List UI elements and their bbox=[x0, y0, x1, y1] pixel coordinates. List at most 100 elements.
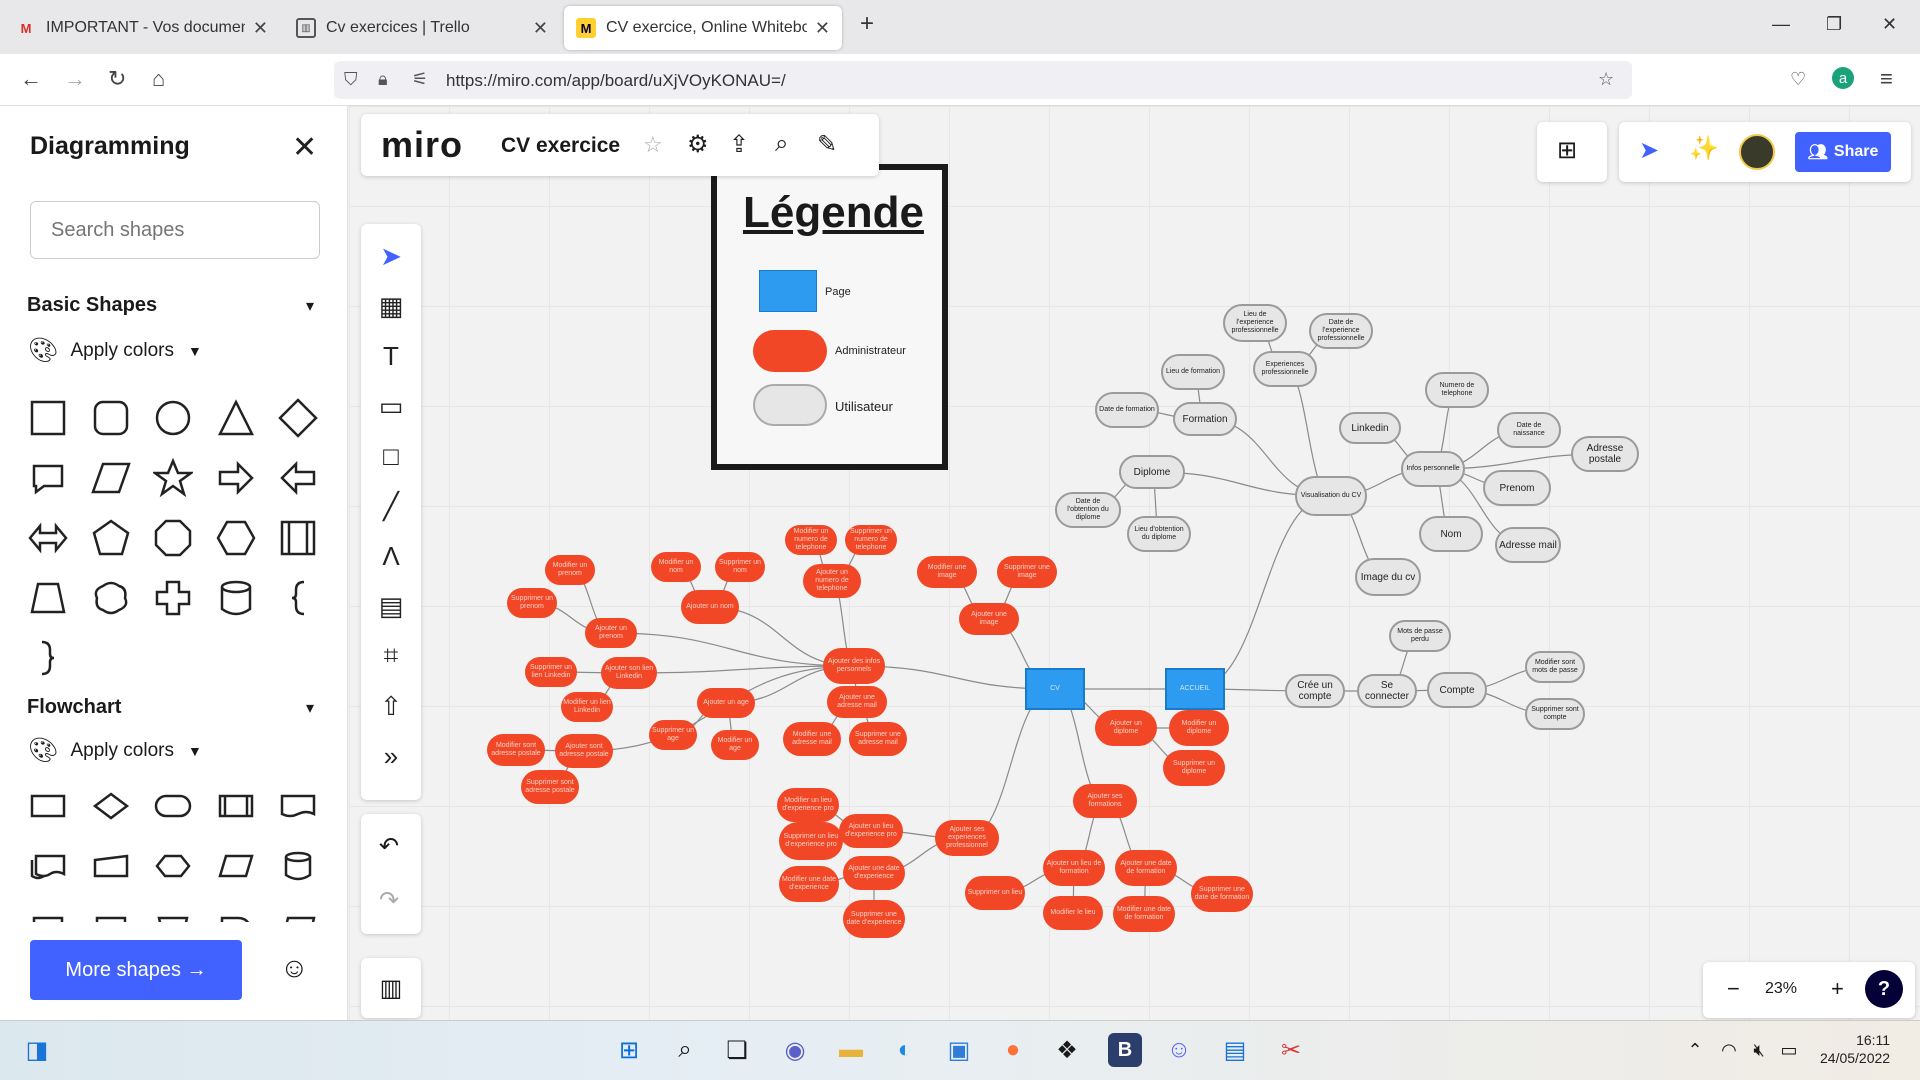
admin-node[interactable]: Modifier un lien Linkedin bbox=[561, 692, 613, 722]
user-node[interactable]: Experiences professionnelle bbox=[1253, 351, 1317, 387]
admin-node[interactable]: Ajouter une date d'experience bbox=[843, 856, 905, 890]
avatar[interactable] bbox=[1739, 134, 1775, 170]
sticky-note-icon[interactable]: ▭ bbox=[373, 388, 409, 424]
magic-wand-icon[interactable]: ✎ bbox=[817, 130, 837, 159]
close-icon[interactable]: ✕ bbox=[253, 18, 268, 39]
settings-gear-icon[interactable]: ⚙ bbox=[687, 130, 709, 159]
shape-trapezoid-icon[interactable] bbox=[26, 576, 70, 620]
user-node[interactable]: Adresse mail bbox=[1495, 527, 1561, 563]
tab-trello[interactable]: ▥ Cv exercices | Trello ✕ bbox=[284, 6, 560, 50]
admin-node[interactable]: Modifier un age bbox=[711, 730, 759, 760]
user-node[interactable]: Lieu de l'experience professionnelle bbox=[1223, 304, 1287, 342]
file-explorer-icon[interactable]: ▬ bbox=[834, 1033, 868, 1067]
shape-brace-left-icon[interactable] bbox=[276, 576, 320, 620]
chat-icon[interactable]: ◉ bbox=[778, 1033, 812, 1067]
share-button[interactable]: 👥︎ Share bbox=[1795, 132, 1891, 172]
admin-node[interactable]: Supprimer un diplome bbox=[1163, 750, 1225, 786]
shape-rectangle-icon[interactable] bbox=[26, 396, 70, 440]
user-node[interactable]: Se connecter bbox=[1357, 674, 1417, 708]
user-node[interactable]: Mots de passe perdu bbox=[1389, 620, 1451, 652]
shape-double-arrow-icon[interactable] bbox=[26, 516, 70, 560]
admin-node[interactable]: Ajouter un diplome bbox=[1095, 710, 1157, 746]
bitwarden-icon[interactable]: B bbox=[1108, 1033, 1142, 1067]
comment-icon[interactable]: ▤ bbox=[373, 588, 409, 624]
legend-frame[interactable]: Légende Page Administrateur Utilisateur bbox=[711, 164, 948, 470]
shape-octagon-icon[interactable] bbox=[151, 516, 195, 560]
admin-node[interactable]: Ajouter une adresse mail bbox=[827, 686, 887, 718]
flowchart-preparation-icon[interactable] bbox=[151, 844, 195, 888]
flowchart-multi-document-icon[interactable] bbox=[26, 844, 70, 888]
admin-node[interactable]: Ajouter une image bbox=[959, 603, 1019, 635]
admin-node[interactable]: Supprimer une date d'experience bbox=[843, 900, 905, 938]
admin-node[interactable]: Modifier une image bbox=[917, 556, 977, 588]
apps-icon[interactable]: ⊞ bbox=[1557, 136, 1577, 165]
widgets-icon[interactable]: ◨ bbox=[20, 1033, 54, 1067]
user-node[interactable]: Lieu de formation bbox=[1161, 354, 1225, 390]
admin-node[interactable]: Modifier une adresse mail bbox=[783, 722, 841, 756]
user-node[interactable]: Lieu d'obtention du diplome bbox=[1127, 516, 1191, 552]
admin-node[interactable]: Ajouter un lieu d'experience pro bbox=[839, 814, 903, 848]
admin-node[interactable]: Modifier un lieu d'experience pro bbox=[777, 788, 839, 822]
task-view-icon[interactable]: ❏ bbox=[720, 1033, 754, 1067]
flowchart-card-icon[interactable] bbox=[26, 904, 70, 922]
user-node[interactable]: Numero de telephone bbox=[1425, 372, 1489, 408]
shape-speech-bubble-icon[interactable] bbox=[26, 456, 70, 500]
flowchart-document-icon[interactable] bbox=[276, 784, 320, 828]
zoom-out-icon[interactable]: − bbox=[1727, 976, 1740, 1002]
apply-colors-flowchart[interactable]: 🎨︎ Apply colors ▼ bbox=[28, 736, 202, 765]
text-icon[interactable]: T bbox=[373, 338, 409, 374]
zoom-level[interactable]: 23% bbox=[1765, 980, 1797, 998]
admin-node[interactable]: Modifier une date d'experience bbox=[779, 866, 839, 902]
shape-arrow-left-icon[interactable] bbox=[276, 456, 320, 500]
search-icon[interactable]: ⌕ bbox=[775, 130, 788, 158]
user-node[interactable]: Supprimer sont compte bbox=[1525, 698, 1585, 730]
cursor-filter-icon[interactable]: ➤ bbox=[1639, 136, 1659, 165]
url-text[interactable]: https://miro.com/app/board/uXjVOyKONAU=/ bbox=[446, 71, 786, 91]
restore-icon[interactable]: ❐ bbox=[1826, 14, 1842, 35]
bookmark-star-icon[interactable]: ☆ bbox=[1598, 69, 1614, 90]
chevron-down-icon[interactable]: ▾ bbox=[306, 296, 314, 316]
shield-icon[interactable]: ⛉ bbox=[344, 69, 358, 90]
tab-miro[interactable]: M CV exercice, Online Whiteboard ✕ bbox=[564, 6, 842, 50]
line-icon[interactable]: ╱ bbox=[373, 488, 409, 524]
admin-node[interactable]: Modifier le lieu bbox=[1043, 896, 1103, 930]
admin-node[interactable]: Supprimer un numero de telephone bbox=[845, 525, 897, 555]
flowchart-terminator-icon[interactable] bbox=[151, 784, 195, 828]
admin-node[interactable]: Supprimer un lieu d'experience pro bbox=[779, 822, 843, 860]
more-tools-icon[interactable]: » bbox=[373, 738, 409, 774]
chevron-down-icon[interactable]: ▾ bbox=[306, 698, 314, 718]
admin-node[interactable]: Supprimer un age bbox=[649, 720, 697, 750]
close-window-icon[interactable]: ✕ bbox=[1882, 14, 1897, 35]
page-node[interactable]: CV bbox=[1025, 668, 1085, 710]
permissions-icon[interactable]: ⚟ bbox=[412, 69, 428, 90]
select-cursor-icon[interactable]: ➤ bbox=[373, 238, 409, 274]
shape-diamond-icon[interactable] bbox=[276, 396, 320, 440]
pen-icon[interactable]: Λ bbox=[373, 538, 409, 574]
admin-node[interactable]: Ajouter un prenom bbox=[585, 618, 637, 648]
more-shapes-button[interactable]: More shapes → bbox=[30, 940, 242, 1000]
admin-node[interactable]: Ajouter un age bbox=[697, 688, 755, 718]
url-bar[interactable]: ⛉ 🔒︎ ⚟ https://miro.com/app/board/uXjVOy… bbox=[334, 61, 1632, 99]
discord-icon[interactable]: ☺ bbox=[1162, 1033, 1196, 1067]
user-node[interactable]: Crée un compte bbox=[1285, 674, 1345, 708]
page-node[interactable]: ACCUEIL bbox=[1165, 668, 1225, 710]
user-node[interactable]: Nom bbox=[1419, 516, 1483, 552]
apply-colors-basic[interactable]: 🎨︎ Apply colors ▼ bbox=[28, 336, 202, 365]
admin-node[interactable]: Modifier une date de formation bbox=[1113, 896, 1175, 932]
battery-icon[interactable]: ▭ bbox=[1772, 1033, 1806, 1067]
user-node[interactable]: Compte bbox=[1427, 672, 1487, 708]
shape-circle-icon[interactable] bbox=[151, 396, 195, 440]
star-icon[interactable]: ☆ bbox=[643, 132, 663, 158]
wifi-icon[interactable]: ◠ bbox=[1712, 1033, 1746, 1067]
admin-node[interactable]: Ajouter ses formations bbox=[1073, 784, 1137, 818]
templates-icon[interactable]: ▦ bbox=[373, 288, 409, 324]
user-node[interactable]: Infos personnelle bbox=[1401, 451, 1465, 487]
undo-icon[interactable]: ↶ bbox=[379, 832, 399, 861]
admin-node[interactable]: Supprimer sont adresse postale bbox=[521, 770, 579, 804]
new-tab-button[interactable]: + bbox=[860, 10, 874, 38]
shape-star-icon[interactable] bbox=[151, 456, 195, 500]
admin-node[interactable]: Ajouter un lieu de formation bbox=[1043, 850, 1105, 886]
board-canvas[interactable]: Légende Page Administrateur Utilisateur … bbox=[349, 106, 1920, 1020]
board-name[interactable]: CV exercice bbox=[501, 134, 620, 158]
shape-hexagon-icon[interactable] bbox=[214, 516, 258, 560]
